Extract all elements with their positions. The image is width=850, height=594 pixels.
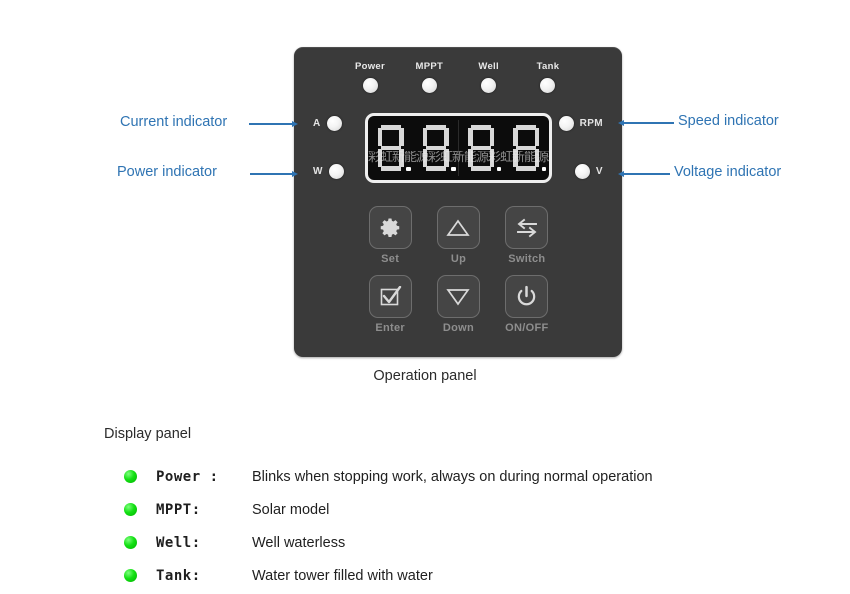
led-icon [574, 164, 590, 179]
status-led-tank-label: Tank [536, 61, 560, 72]
unit-label-watt: W [313, 166, 323, 177]
arrow-icon [292, 120, 298, 127]
led-icon [540, 78, 556, 93]
status-led-well: Well [463, 61, 515, 93]
leader-line-voltage [620, 173, 670, 175]
seven-segment-digit [421, 124, 456, 172]
unit-label-ampere: A [313, 118, 321, 129]
legend-key-tank: Tank: [156, 567, 201, 584]
arrow-icon [618, 119, 624, 126]
unit-indicator-voltage: V [574, 164, 603, 179]
legend-key-well: Well: [156, 534, 201, 551]
seven-segment-display: 彩虹新能源彩虹新能源彩虹新能源彩虹新能源彩虹新能源 [365, 113, 552, 183]
set-button[interactable]: Set [356, 206, 424, 265]
list-item: Tank: Water tower filled with water [124, 559, 824, 592]
legend-desc-tank: Water tower filled with water [252, 567, 433, 584]
leader-line-speed [620, 122, 674, 124]
decimal-point-icon [451, 166, 456, 171]
decimal-point-icon [496, 166, 502, 171]
legend-desc-power: Blinks when stopping work, always on dur… [252, 468, 653, 485]
green-led-icon [124, 569, 137, 582]
triangle-up-icon [446, 218, 471, 238]
status-led-power: Power [344, 61, 396, 93]
up-button-label: Up [450, 253, 467, 265]
display-panel-legend: Power : Blinks when stopping work, alway… [124, 460, 824, 592]
list-item: MPPT: Solar model [124, 493, 824, 526]
decimal-point-icon [406, 166, 411, 171]
set-button-label: Set [381, 253, 400, 265]
list-item: Power : Blinks when stopping work, alway… [124, 460, 824, 493]
keypad: Set Up Switch Enter Down ON/OFF [356, 206, 561, 334]
seven-segment-digit [511, 124, 547, 172]
legend-key-mppt: MPPT: [156, 501, 201, 518]
status-led-power-label: Power [354, 61, 385, 72]
enter-button[interactable]: Enter [356, 275, 424, 334]
status-led-tank: Tank [522, 61, 574, 93]
checkbox-check-icon [378, 285, 402, 308]
callout-power-indicator: Power indicator [117, 164, 217, 180]
legend-key-power: Power : [156, 468, 219, 485]
seven-segment-digit [376, 124, 411, 172]
leader-line-current [249, 123, 296, 125]
seven-segment-digit [466, 124, 502, 172]
onoff-button[interactable]: ON/OFF [493, 275, 561, 334]
operation-panel-caption: Operation panel [373, 368, 477, 384]
unit-indicator-power: W [313, 164, 344, 179]
led-icon [421, 78, 437, 93]
unit-indicator-speed: RPM [558, 116, 603, 131]
arrow-icon [292, 170, 298, 177]
list-item: Well: Well waterless [124, 526, 824, 559]
arrow-icon [618, 170, 624, 177]
unit-label-rpm: RPM [579, 118, 603, 129]
legend-desc-well: Well waterless [252, 534, 346, 551]
status-led-well-label: Well [478, 61, 499, 72]
swap-arrows-icon [515, 218, 539, 238]
up-button[interactable]: Up [424, 206, 492, 265]
led-icon [326, 116, 342, 131]
status-led-mppt: MPPT [403, 61, 455, 93]
switch-button-label: Switch [508, 253, 546, 265]
status-led-row: Power MPPT Well Tank [344, 61, 574, 93]
led-icon [328, 164, 344, 179]
green-led-icon [124, 536, 137, 549]
gear-icon [379, 217, 401, 239]
green-led-icon [124, 503, 137, 516]
led-icon [481, 78, 497, 93]
legend-desc-mppt: Solar model [252, 501, 330, 518]
status-led-mppt-label: MPPT [415, 61, 444, 72]
power-icon [515, 285, 538, 308]
enter-button-label: Enter [375, 322, 405, 334]
onoff-button-label: ON/OFF [505, 322, 549, 334]
led-icon [558, 116, 574, 131]
display-panel-title: Display panel [104, 426, 192, 442]
unit-indicator-current: A [313, 116, 342, 131]
down-button-label: Down [442, 322, 475, 334]
digit-group-left [368, 116, 459, 180]
operation-panel: Power MPPT Well Tank A W RPM V 彩虹新能源彩虹新能… [294, 47, 622, 357]
triangle-down-icon [446, 287, 471, 307]
switch-button[interactable]: Switch [493, 206, 561, 265]
down-button[interactable]: Down [424, 275, 492, 334]
decimal-point-icon [541, 166, 547, 171]
callout-voltage-indicator: Voltage indicator [674, 164, 782, 180]
callout-current-indicator: Current indicator [120, 114, 228, 130]
unit-label-volt: V [595, 166, 603, 177]
leader-line-power [250, 173, 296, 175]
callout-speed-indicator: Speed indicator [678, 113, 779, 129]
led-icon [362, 78, 378, 93]
digit-group-right [459, 116, 550, 180]
green-led-icon [124, 470, 137, 483]
